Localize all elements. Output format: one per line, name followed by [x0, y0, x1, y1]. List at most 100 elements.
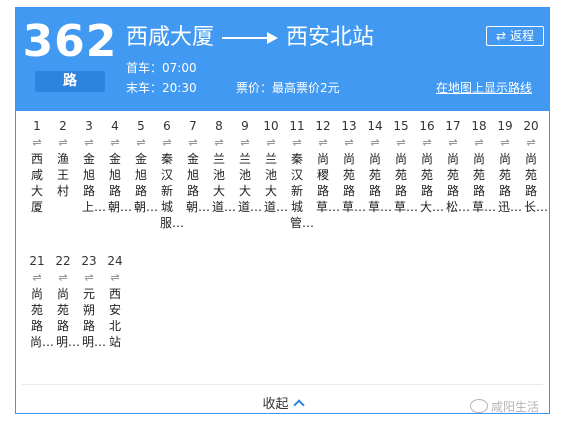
stop-number: 24 [107, 254, 123, 268]
stop-number: 16 [419, 119, 435, 133]
stop-number: 6 [163, 119, 171, 133]
bidirectional-arrow-icon: ⇌ [110, 271, 120, 284]
first-bus-row: 首车：07:00 [126, 60, 197, 76]
stop-number: 13 [341, 119, 357, 133]
first-bus-time: 07:00 [162, 61, 197, 75]
stop-name: 尚苑路松… [446, 152, 471, 214]
bidirectional-arrow-icon: ⇌ [162, 136, 172, 149]
stop-item[interactable]: 9 ⇌ 兰池大道… [232, 118, 263, 215]
stop-item[interactable]: 24 ⇌ 西安北站 [102, 253, 128, 350]
bidirectional-arrow-icon: ⇌ [266, 136, 276, 149]
stop-name: 渔王村 [56, 152, 69, 198]
stop-item[interactable]: 19 ⇌ 尚苑路迅… [492, 118, 522, 215]
stop-item[interactable]: 11 ⇌ 秦汉新城管… [284, 118, 314, 231]
first-bus-label: 首车： [126, 61, 163, 75]
collapse-label: 收起 [262, 397, 289, 412]
stop-name: 西咸大厦 [30, 152, 43, 214]
stop-item[interactable]: 22 ⇌ 尚苑路明… [50, 253, 81, 350]
swap-arrows-icon: ⇄ [496, 29, 507, 43]
show-route-on-map-link[interactable]: 在地图上显示路线 [436, 80, 532, 96]
bidirectional-arrow-icon: ⇌ [32, 136, 42, 149]
stop-number: 17 [445, 119, 461, 133]
stop-name: 西安北站 [108, 287, 121, 349]
stop-number: 14 [367, 119, 383, 133]
stop-item[interactable]: 3 ⇌ 金旭路上… [76, 118, 106, 215]
stop-item[interactable]: 18 ⇌ 尚苑路草… [466, 118, 497, 215]
bidirectional-arrow-icon: ⇌ [318, 136, 328, 149]
stop-number: 20 [523, 119, 539, 133]
stop-item[interactable]: 12 ⇌ 尚稷路草… [310, 118, 341, 215]
stop-name: 兰池大道… [212, 152, 237, 214]
bidirectional-arrow-icon: ⇌ [58, 136, 68, 149]
bidirectional-arrow-icon: ⇌ [214, 136, 224, 149]
stop-number: 5 [137, 119, 145, 133]
stop-item[interactable]: 16 ⇌ 尚苑路大… [414, 118, 445, 215]
return-trip-button[interactable]: ⇄ 返程 [486, 26, 544, 46]
origin-stop: 西咸大厦 [126, 25, 215, 50]
stop-item[interactable]: 1 ⇌ 西咸大厦 [24, 118, 50, 215]
bidirectional-arrow-icon: ⇌ [422, 136, 432, 149]
stop-item[interactable]: 23 ⇌ 元朔路明… [76, 253, 106, 350]
bidirectional-arrow-icon: ⇌ [136, 136, 146, 149]
stop-item[interactable]: 15 ⇌ 尚苑路草… [388, 118, 419, 215]
route-unit-badge: 路 [35, 71, 105, 92]
stop-number: 3 [85, 119, 93, 133]
bidirectional-arrow-icon: ⇌ [526, 136, 536, 149]
stop-name: 金旭路朝… [134, 152, 159, 214]
stop-item[interactable]: 4 ⇌ 金旭路朝… [102, 118, 133, 215]
stop-item[interactable]: 20 ⇌ 尚苑路长… [518, 118, 548, 215]
stop-item[interactable]: 8 ⇌ 兰池大道… [206, 118, 237, 215]
stop-item[interactable]: 21 ⇌ 尚苑路尚… [24, 253, 54, 350]
stop-number: 10 [263, 119, 279, 133]
stop-name: 秦汉新城服… [160, 152, 185, 230]
stop-item[interactable]: 17 ⇌ 尚苑路松… [440, 118, 471, 215]
watermark-text: 咸阳生活 [491, 400, 540, 414]
stop-name: 金旭路朝… [108, 152, 133, 214]
stop-item[interactable]: 13 ⇌ 尚苑路草… [336, 118, 366, 215]
stop-name: 尚稷路草… [316, 152, 341, 214]
destination-stop: 西安北站 [286, 25, 375, 50]
stop-name: 尚苑路大… [420, 152, 445, 214]
stop-number: 8 [215, 119, 223, 133]
bidirectional-arrow-icon: ⇌ [110, 136, 120, 149]
divider [22, 384, 543, 385]
return-label: 返程 [509, 29, 534, 43]
stop-item[interactable]: 5 ⇌ 金旭路朝… [128, 118, 159, 215]
bidirectional-arrow-icon: ⇌ [396, 136, 406, 149]
stop-name: 尚苑路草… [472, 152, 497, 214]
route-number: 362 [22, 16, 118, 67]
last-bus-time: 20:30 [162, 81, 197, 95]
bidirectional-arrow-icon: ⇌ [188, 136, 198, 149]
stop-item[interactable]: 6 ⇌ 秦汉新城服… [154, 118, 185, 231]
stop-name: 尚苑路明… [56, 287, 81, 349]
route-card: 362 路 西咸大厦 西安北站 ⇄ 返程 首车：07:00 末车：20:30 票… [15, 7, 550, 414]
stop-name: 尚苑路草… [394, 152, 419, 214]
stop-number: 19 [497, 119, 513, 133]
bidirectional-arrow-icon: ⇌ [448, 136, 458, 149]
last-bus-row: 末车：20:30 [126, 80, 197, 96]
stop-number: 12 [315, 119, 331, 133]
stop-number: 1 [33, 119, 41, 133]
weibo-logo-icon [470, 399, 488, 413]
stop-item[interactable]: 14 ⇌ 尚苑路草… [362, 118, 393, 215]
stop-item[interactable]: 2 ⇌ 渔王村 [50, 118, 76, 199]
watermark: 咸阳生活 [470, 398, 539, 415]
last-bus-label: 末车： [126, 81, 163, 95]
stop-item[interactable]: 7 ⇌ 金旭路朝… [180, 118, 210, 215]
stop-number: 18 [471, 119, 487, 133]
stop-number: 21 [29, 254, 45, 268]
fare-info: 票价：最高票价2元 [236, 81, 340, 95]
stop-number: 23 [81, 254, 97, 268]
stop-name: 兰池大道… [238, 152, 263, 214]
stop-name: 尚苑路草… [368, 152, 393, 214]
stop-number: 7 [189, 119, 197, 133]
stop-number: 2 [59, 119, 67, 133]
stop-item[interactable]: 10 ⇌ 兰池大道… [258, 118, 288, 215]
bidirectional-arrow-icon: ⇌ [240, 136, 250, 149]
stop-number: 15 [393, 119, 409, 133]
bidirectional-arrow-icon: ⇌ [58, 271, 68, 284]
route-endpoints: 西咸大厦 西安北站 [126, 22, 374, 54]
bidirectional-arrow-icon: ⇌ [370, 136, 380, 149]
bidirectional-arrow-icon: ⇌ [292, 136, 302, 149]
stop-number: 4 [111, 119, 119, 133]
